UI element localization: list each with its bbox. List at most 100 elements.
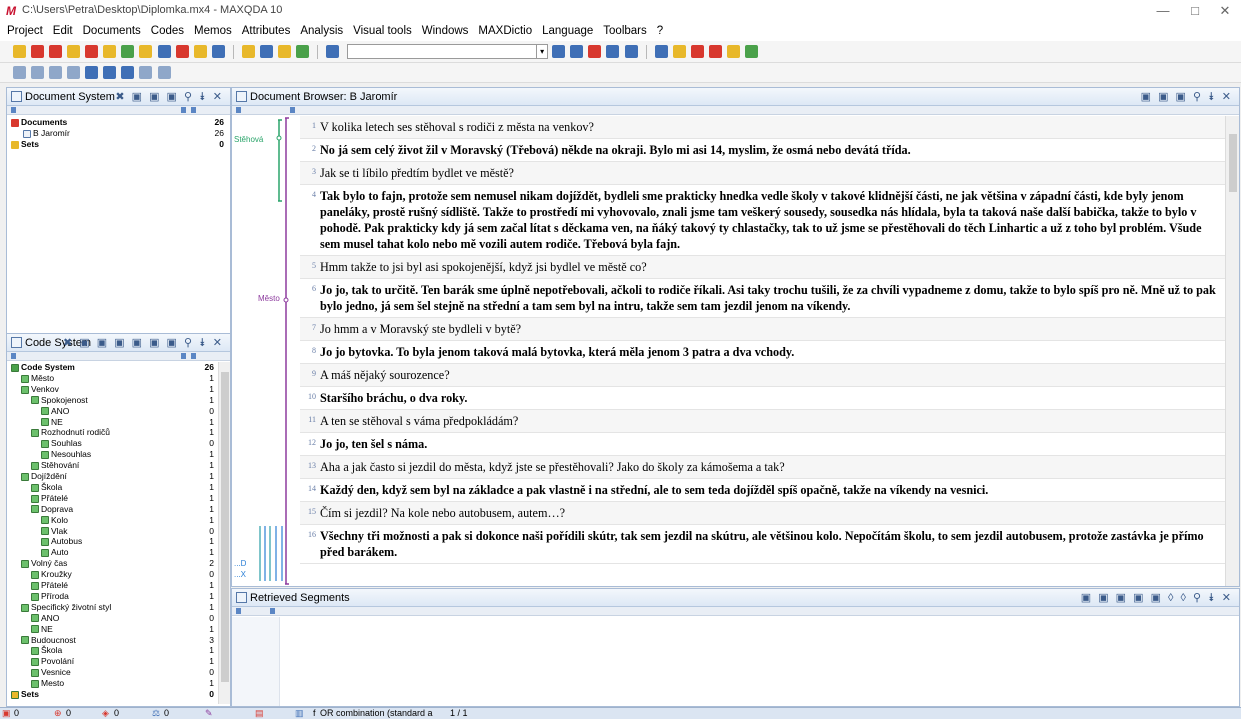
code-matrix-icon[interactable] bbox=[690, 45, 704, 58]
quick-search-input[interactable] bbox=[347, 44, 538, 59]
undo-icon[interactable] bbox=[121, 45, 135, 58]
document-paragraph[interactable]: 7 Jo hmm a v Moravský ste bydleli v bytě? bbox=[300, 318, 1225, 341]
menu-documents[interactable]: Documents bbox=[82, 25, 142, 37]
document-paragraph[interactable]: 10 Staršího bráchu, o dva roky. bbox=[300, 387, 1225, 410]
code-tree-item[interactable]: Specifický životní styl 1 bbox=[21, 602, 214, 613]
code-label-mesto[interactable]: Město bbox=[258, 294, 280, 303]
code-tree-item[interactable]: Povolání 1 bbox=[31, 656, 214, 667]
align-right-icon[interactable] bbox=[624, 45, 638, 58]
code-tree-item[interactable]: Dojíždění 1 bbox=[21, 471, 214, 482]
code-tree-item[interactable]: Přátelé 1 bbox=[31, 493, 214, 504]
memo-icon[interactable] bbox=[139, 45, 153, 58]
menu-attributes[interactable]: Attributes bbox=[241, 25, 292, 37]
document-browser-toolbar[interactable]: ▣ ▣ ▣ ⚲ ⯯ ✕ bbox=[1141, 88, 1233, 106]
retrieved-segments-toolbar[interactable]: ▣ ▣ ▣ ▣ ▣ ◊ ◊ ⚲ ⯯ ✕ bbox=[1081, 589, 1233, 607]
prev-hit-icon[interactable] bbox=[552, 45, 566, 58]
code-tree-item[interactable]: Spokojenost 1 bbox=[31, 395, 214, 406]
search-dropdown-icon[interactable]: ▾ bbox=[536, 44, 549, 59]
document-text-area[interactable]: 1 V kolika letech ses stěhoval s rodiči z… bbox=[300, 116, 1225, 586]
document-paragraph[interactable]: 13 Aha a jak často si jezdil do města, kd… bbox=[300, 456, 1225, 479]
align-left-icon[interactable] bbox=[606, 45, 620, 58]
search-icon[interactable] bbox=[211, 45, 225, 58]
menu-project[interactable]: Project bbox=[6, 25, 44, 37]
window-segments-icon[interactable] bbox=[296, 45, 309, 58]
document-tree-item[interactable]: Sets 0 bbox=[11, 139, 224, 150]
code-tree-item[interactable]: NE 1 bbox=[41, 417, 214, 428]
window-doc-system-icon[interactable] bbox=[241, 45, 255, 58]
code-tree-item[interactable]: Doprava 1 bbox=[31, 504, 214, 515]
window-code-system-icon[interactable] bbox=[259, 45, 273, 58]
delete-icon[interactable] bbox=[49, 45, 63, 58]
document-paragraph[interactable]: 1 V kolika letech ses stěhoval s rodiči z… bbox=[300, 116, 1225, 139]
code-tree-item[interactable]: Škola 1 bbox=[31, 645, 214, 656]
code-tree-item[interactable]: Škola 1 bbox=[31, 482, 214, 493]
window-browser-icon[interactable] bbox=[277, 45, 291, 58]
code-tree-item[interactable]: ANO 0 bbox=[41, 406, 214, 417]
up-arrow-icon[interactable] bbox=[31, 66, 45, 79]
menu-memos[interactable]: Memos bbox=[193, 25, 233, 37]
table-icon[interactable] bbox=[157, 45, 171, 58]
document-paragraph[interactable]: 15 Čím si jezdil? Na kole nebo autobusem,… bbox=[300, 502, 1225, 525]
menu-help[interactable]: ? bbox=[656, 25, 664, 37]
layout-icon[interactable] bbox=[139, 66, 153, 79]
code-tree-item[interactable]: Souhlas 0 bbox=[41, 438, 214, 449]
down-arrow-icon[interactable] bbox=[49, 66, 63, 79]
menu-codes[interactable]: Codes bbox=[150, 25, 185, 37]
code-tree-item[interactable]: Město 1 bbox=[21, 373, 214, 384]
code-relations-icon[interactable] bbox=[708, 45, 722, 58]
copy-icon[interactable] bbox=[85, 45, 99, 58]
find-next-icon[interactable] bbox=[103, 66, 117, 79]
find-icon[interactable] bbox=[85, 66, 99, 79]
menu-windows[interactable]: Windows bbox=[421, 25, 470, 37]
cut-icon[interactable] bbox=[67, 45, 81, 58]
document-paragraph[interactable]: 12 Jo jo, ten šel s náma. bbox=[300, 433, 1225, 456]
text-portrait-icon[interactable] bbox=[726, 45, 740, 58]
document-paragraph[interactable]: 16 Všechny tři možnosti a pak si dokonce … bbox=[300, 525, 1225, 564]
expand-icon[interactable] bbox=[67, 66, 81, 79]
code-tree-item[interactable]: Přátelé 1 bbox=[31, 580, 214, 591]
collapse-icon[interactable] bbox=[13, 66, 26, 79]
code-label-x[interactable]: ...X bbox=[234, 570, 246, 579]
maximize-button[interactable]: □ bbox=[1180, 2, 1210, 20]
document-browser-scrollbar[interactable] bbox=[1225, 116, 1239, 586]
code-tree-item[interactable]: Vlak 0 bbox=[41, 526, 214, 537]
code-tree-item[interactable]: Volný čas 2 bbox=[21, 558, 214, 569]
document-tree-item[interactable]: B Jaromír 26 bbox=[23, 128, 224, 139]
paste-icon[interactable] bbox=[103, 45, 117, 58]
code-tree-item[interactable]: Nesouhlas 1 bbox=[41, 449, 214, 460]
document-paragraph[interactable]: 14 Každý den, když sem byl na základce a … bbox=[300, 479, 1225, 502]
highlight-icon[interactable] bbox=[588, 45, 602, 58]
code-tree-item[interactable]: Code System 26 bbox=[11, 362, 214, 373]
code-tree-item[interactable]: ANO 0 bbox=[31, 613, 214, 624]
document-tree-item[interactable]: Documents 26 bbox=[11, 117, 224, 128]
import-icon[interactable] bbox=[31, 45, 45, 58]
code-tree-item[interactable]: Venkov 1 bbox=[21, 384, 214, 395]
split-icon[interactable] bbox=[157, 66, 171, 79]
code-system-scrollbar[interactable] bbox=[218, 362, 230, 704]
code-tree-item[interactable]: Auto 1 bbox=[41, 547, 214, 558]
code-tree-item[interactable]: Rozhodnutí rodičů 1 bbox=[31, 427, 214, 438]
minimize-button[interactable]: — bbox=[1148, 2, 1178, 20]
document-paragraph[interactable]: 5 Hmm takže to jsi byl asi spokojenější, … bbox=[300, 256, 1225, 279]
document-paragraph[interactable]: 6 Jo jo, tak to určitě. Ten barák sme úpl… bbox=[300, 279, 1225, 318]
document-paragraph[interactable]: 9 A máš nějaký sourozence? bbox=[300, 364, 1225, 387]
code-label-stehovani[interactable]: Stěhová bbox=[234, 135, 263, 144]
menu-language[interactable]: Language bbox=[541, 25, 594, 37]
code-tree-item[interactable]: NE 1 bbox=[31, 624, 214, 635]
code-tree-item[interactable]: Autobus 1 bbox=[41, 536, 214, 547]
code-tree-item[interactable]: Stěhování 1 bbox=[31, 460, 214, 471]
menu-analysis[interactable]: Analysis bbox=[299, 25, 344, 37]
menu-toolbars[interactable]: Toolbars bbox=[602, 25, 647, 37]
menu-edit[interactable]: Edit bbox=[52, 25, 74, 37]
code-tree-item[interactable]: Sets 0 bbox=[11, 689, 214, 700]
codeline-icon[interactable] bbox=[744, 45, 758, 58]
sum-icon[interactable] bbox=[654, 45, 668, 58]
close-button[interactable]: ✕ bbox=[1210, 2, 1240, 20]
open-project-icon[interactable] bbox=[13, 45, 26, 58]
document-paragraph[interactable]: 2 No já sem celý život žil v Moravský (Tř… bbox=[300, 139, 1225, 162]
code-tree-item[interactable]: Vesnice 0 bbox=[31, 667, 214, 678]
code-label-d[interactable]: ...D bbox=[234, 559, 246, 568]
code-system-scroll-thumb[interactable] bbox=[221, 372, 229, 682]
document-paragraph[interactable]: 11 A ten se stěhoval s váma předpokládám? bbox=[300, 410, 1225, 433]
document-browser-scroll-thumb[interactable] bbox=[1229, 134, 1237, 192]
